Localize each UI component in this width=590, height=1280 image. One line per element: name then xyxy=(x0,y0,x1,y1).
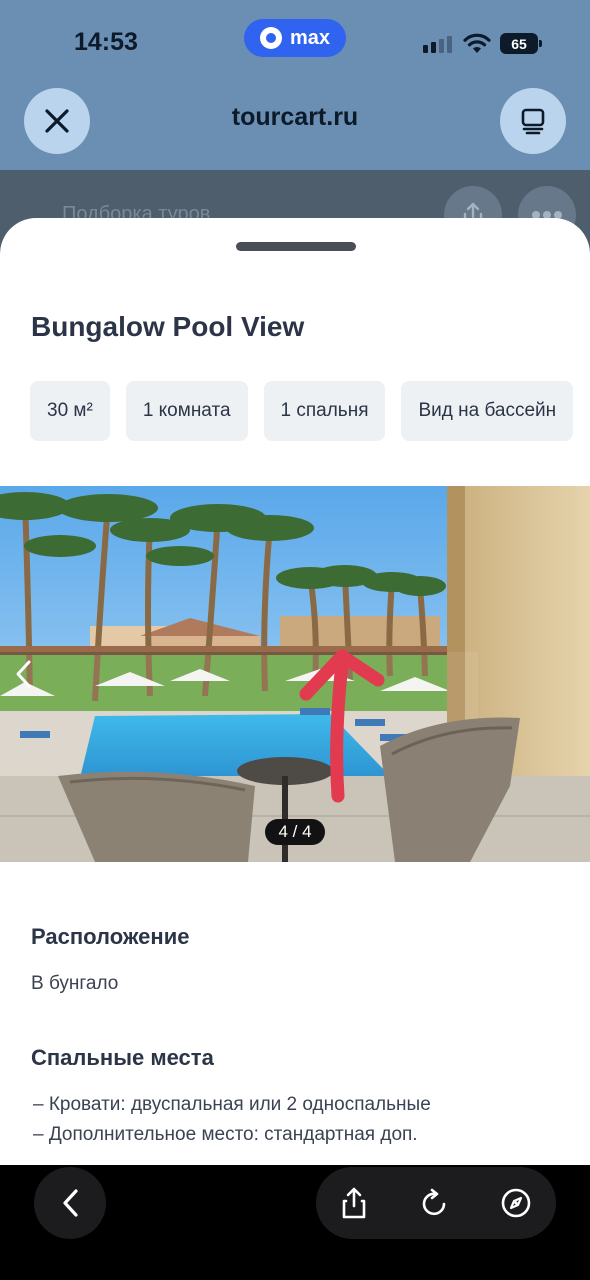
tabs-button[interactable] xyxy=(500,88,566,154)
location-heading: Расположение xyxy=(31,924,190,949)
messenger-pill-label: max xyxy=(289,26,331,49)
chip-view: Вид на бассейн xyxy=(401,381,574,441)
sleeping-heading: Спальные места xyxy=(31,1045,214,1070)
back-button[interactable] xyxy=(34,1167,106,1239)
battery-level: 65 xyxy=(511,35,527,52)
location-value: В бунгало xyxy=(31,973,119,994)
reload-icon xyxy=(422,1188,446,1216)
chevron-left-icon xyxy=(16,660,31,688)
browser-header: 14:53 max 65 tourcart.ru xyxy=(0,0,590,170)
status-time: 14:53 xyxy=(74,28,138,56)
room-photo xyxy=(0,486,590,862)
list-item: – Кровати: двуспальная или 2 односпальны… xyxy=(33,1094,431,1115)
room-title: Bungalow Pool View xyxy=(31,311,305,342)
tabs-icon xyxy=(521,108,545,135)
gallery-counter: 4 / 4 xyxy=(265,819,325,845)
chip-rooms: 1 комната xyxy=(125,381,248,441)
chevron-left-icon xyxy=(63,1189,78,1217)
sheet-grabber[interactable] xyxy=(236,242,356,251)
battery-indicator: 65 xyxy=(500,33,542,54)
share-button[interactable] xyxy=(332,1181,376,1225)
sleeping-list: – Кровати: двуспальная или 2 односпальны… xyxy=(33,1090,431,1150)
max-logo-icon xyxy=(259,27,282,49)
toolbar-actions xyxy=(316,1167,556,1239)
photo-gallery[interactable]: 4 / 4 xyxy=(0,486,590,862)
room-detail-sheet: Bungalow Pool View 30 м² 1 комната 1 спа… xyxy=(0,218,590,1165)
browser-toolbar xyxy=(0,1165,590,1280)
chip-bedrooms: 1 спальня xyxy=(263,381,386,441)
gallery-prev-button[interactable] xyxy=(8,654,38,694)
wifi-icon xyxy=(463,33,491,53)
share-icon xyxy=(342,1187,366,1219)
cellular-signal-icon xyxy=(423,36,452,53)
chip-area: 30 м² xyxy=(30,381,110,441)
compass-icon xyxy=(501,1188,531,1218)
open-in-browser-button[interactable] xyxy=(494,1181,538,1225)
messenger-pill[interactable]: max xyxy=(244,19,346,57)
feature-chips: 30 м² 1 комната 1 спальня Вид на бассейн xyxy=(30,381,574,441)
reload-button[interactable] xyxy=(412,1181,456,1225)
list-item: – Дополнительное место: стандартная доп. xyxy=(33,1124,418,1145)
